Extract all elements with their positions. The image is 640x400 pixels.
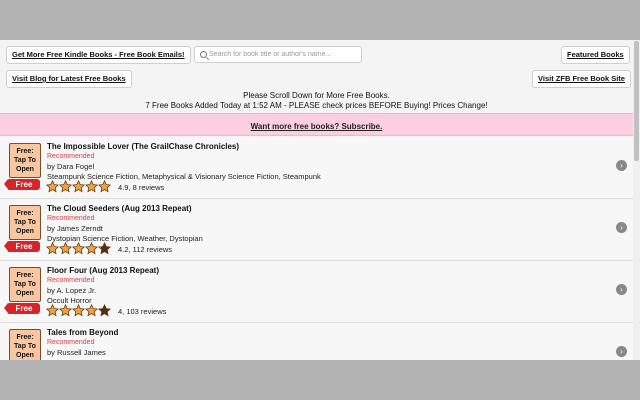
subscribe-bar: Want more free books? Subscribe.	[0, 113, 633, 136]
book-row[interactable]: Free: Tap To Open Free The Cloud Seeders (Au…	[0, 199, 633, 261]
cover-text-line: Open	[16, 228, 34, 235]
scrollbar[interactable]	[633, 40, 640, 360]
cover-text-line: Tap To	[14, 343, 36, 350]
recommended-label: Recommended	[47, 339, 95, 346]
search-box[interactable]	[194, 46, 362, 63]
cover-text-line: Tap To	[14, 157, 36, 164]
chevron-right-icon[interactable]: ›	[616, 222, 627, 233]
star-icon	[72, 180, 85, 193]
star-icon	[46, 304, 59, 317]
chevron-right-icon[interactable]: ›	[616, 346, 627, 357]
book-author: by Russell James	[47, 348, 106, 357]
rating-text: 4.9, 8 reviews	[118, 183, 165, 192]
star-icon	[98, 242, 111, 255]
book-title[interactable]: Floor Four (Aug 2013 Repeat)	[47, 266, 159, 275]
free-price-tag: Free	[4, 303, 40, 314]
browser-viewport: Get More Free Kindle Books - Free Book E…	[0, 40, 640, 360]
featured-books-button[interactable]: Featured Books	[561, 46, 630, 64]
scroll-notice: Please Scroll Down for More Free Books.	[243, 91, 390, 100]
book-row[interactable]: Free:Tap ToOpenFreeTales from BeyondReco…	[0, 323, 633, 360]
free-kindle-emails-button[interactable]: Get More Free Kindle Books - Free Book E…	[6, 46, 191, 64]
chevron-right-icon[interactable]: ›	[616, 284, 627, 295]
book-author: by A. Lopez Jr.	[47, 286, 97, 295]
star-icon	[46, 180, 59, 193]
star-icon	[72, 242, 85, 255]
free-price-tag: Free	[4, 241, 40, 252]
star-icon	[46, 242, 59, 255]
visit-blog-button[interactable]: Visit Blog for Latest Free Books	[6, 70, 132, 88]
star-icon	[98, 180, 111, 193]
book-author: by James Zerndt	[47, 224, 103, 233]
cover-text-line: Free:	[16, 334, 34, 341]
book-title[interactable]: The Cloud Seeders (Aug 2013 Repeat)	[47, 204, 191, 213]
book-cover-button[interactable]: Free: Tap To Open	[9, 205, 41, 240]
search-input[interactable]	[209, 48, 359, 61]
star-icon	[85, 180, 98, 193]
book-author: by Dara Fogel	[47, 162, 95, 171]
cover-text-line: Tap To	[14, 281, 36, 288]
scrollbar-thumb[interactable]	[634, 41, 639, 161]
star-icon	[98, 304, 111, 317]
cover-text-line: Open	[16, 166, 34, 173]
cover-text-line: Open	[16, 352, 34, 359]
book-cover-button[interactable]: Free: Tap To Open	[9, 143, 41, 178]
subscribe-link[interactable]: Want more free books? Subscribe.	[251, 122, 383, 131]
book-title[interactable]: The Impossible Lover (The GrailChase Chr…	[47, 142, 239, 151]
cover-text-line: Free:	[16, 210, 34, 217]
page-content: Get More Free Kindle Books - Free Book E…	[0, 40, 633, 360]
star-icon	[59, 242, 72, 255]
visit-zfb-site-button[interactable]: Visit ZFB Free Book Site	[532, 70, 631, 88]
star-rating	[46, 304, 111, 317]
star-icon	[85, 242, 98, 255]
star-rating	[46, 242, 111, 255]
recommended-label: Recommended	[47, 153, 95, 160]
book-title[interactable]: Tales from Beyond	[47, 328, 118, 337]
cover-text-line: Tap To	[14, 219, 36, 226]
chevron-right-icon[interactable]: ›	[616, 160, 627, 171]
book-row[interactable]: Free: Tap To Open Free The Impossible Lover …	[0, 137, 633, 199]
book-cover-button[interactable]: Free: Tap To Open	[9, 329, 41, 360]
recommended-label: Recommended	[47, 277, 95, 284]
star-icon	[59, 180, 72, 193]
book-cover-button[interactable]: Free: Tap To Open	[9, 267, 41, 302]
search-icon	[200, 51, 207, 58]
star-icon	[72, 304, 85, 317]
free-price-tag: Free	[4, 179, 40, 190]
book-row[interactable]: Free: Tap To Open Free Floor Four (Aug 2013 …	[0, 261, 633, 323]
books-added-notice: 7 Free Books Added Today at 1:52 AM - PL…	[145, 101, 488, 110]
cover-text-line: Free:	[16, 148, 34, 155]
rating-text: 4, 103 reviews	[118, 307, 167, 316]
cover-text-line: Open	[16, 290, 34, 297]
star-rating	[46, 180, 111, 193]
recommended-label: Recommended	[47, 215, 95, 222]
star-icon	[85, 304, 98, 317]
star-icon	[59, 304, 72, 317]
cover-text-line: Free:	[16, 272, 34, 279]
rating-text: 4.2, 112 reviews	[118, 245, 173, 254]
